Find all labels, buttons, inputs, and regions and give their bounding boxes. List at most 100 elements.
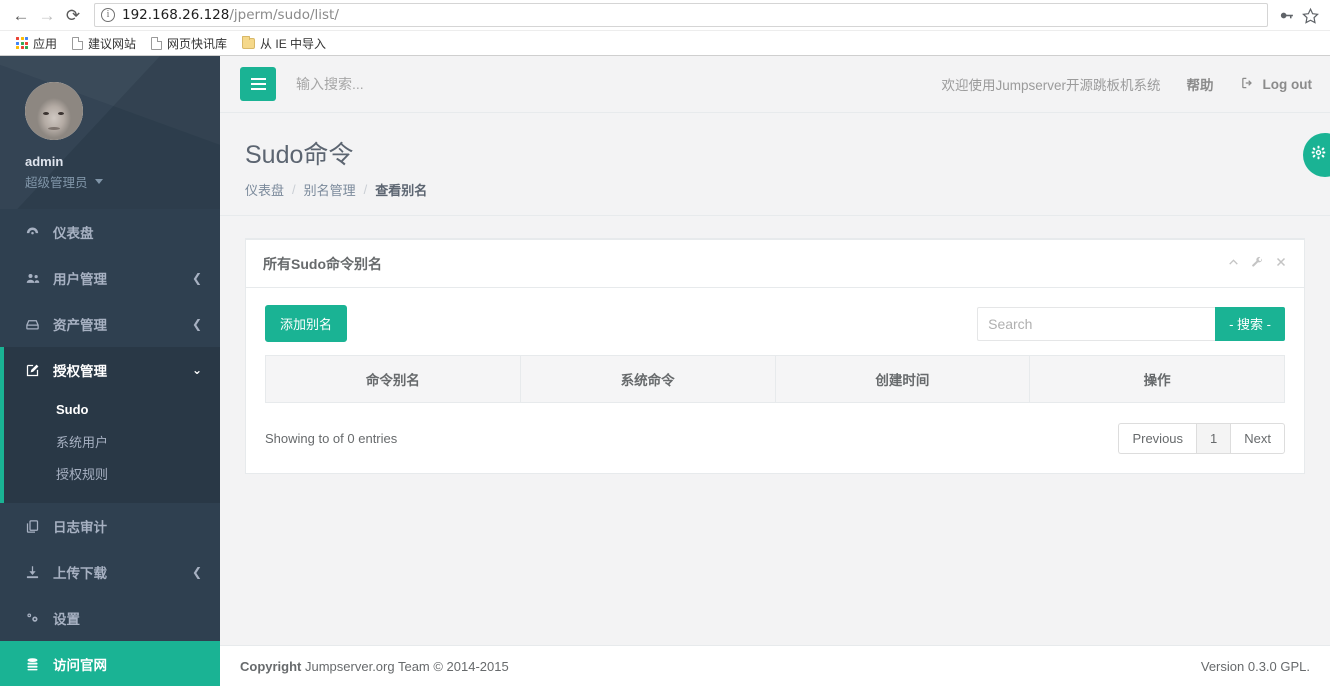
gear-icon (1310, 144, 1327, 166)
wrench-icon[interactable] (1251, 256, 1264, 272)
footer: Copyright Jumpserver.org Team © 2014-201… (220, 645, 1330, 686)
url-path: /jperm/sudo/list/ (229, 7, 339, 23)
download-icon (25, 565, 45, 580)
forward-button[interactable]: → (34, 2, 60, 28)
table-header-created-time[interactable]: 创建时间 (774, 355, 1031, 403)
table-search-input[interactable] (977, 306, 1216, 341)
bookmark-label: 建议网站 (88, 36, 137, 51)
document-icon (72, 36, 84, 50)
avatar[interactable] (25, 82, 83, 140)
browser-toolbar: ← → ⟳ i 192.168.26.128/jperm/sudo/list/ (0, 0, 1330, 30)
back-button[interactable]: ← (8, 2, 34, 28)
profile-role[interactable]: 超级管理员 (25, 172, 220, 191)
sidebar-item-label: 设置 (53, 612, 80, 627)
logout-icon (1240, 76, 1255, 93)
panel-body: 添加别名 - 搜索 - 命令别名 系统命令 创建时间 操作 (246, 288, 1304, 473)
bookmark-star-icon[interactable] (1298, 3, 1322, 27)
main-content: 欢迎使用Jumpserver开源跳板机系统 帮助 Log out Sudo命令 … (220, 56, 1330, 686)
panel-toolbar: 添加别名 - 搜索 - (265, 305, 1285, 342)
footer-version: Version 0.3.0 GPL. (1200, 658, 1310, 674)
table-header-command[interactable]: 系统命令 (519, 355, 776, 403)
sidebar-item-arrow: ❮ (191, 317, 202, 331)
password-key-icon[interactable] (1274, 3, 1298, 27)
top-navbar-right: 欢迎使用Jumpserver开源跳板机系统 帮助 Log out (941, 74, 1312, 94)
table-header-actions[interactable]: 操作 (1029, 355, 1285, 403)
chevron-down-icon (94, 179, 103, 184)
site-info-icon[interactable]: i (101, 8, 115, 22)
sidebar: admin 超级管理员 仪表盘 用户管理 ❮ 资产管理 ❮ 授权管理 ⌄ Sud… (0, 56, 220, 686)
sidebar-item-user-management[interactable]: 用户管理 ❮ (0, 255, 220, 301)
top-navbar: 欢迎使用Jumpserver开源跳板机系统 帮助 Log out (220, 56, 1330, 113)
sidebar-item-label: 资产管理 (53, 318, 107, 333)
sudo-alias-table: 命令别名 系统命令 创建时间 操作 (265, 355, 1285, 403)
pagination: Previous 1 Next (1118, 423, 1285, 454)
sidebar-subitem-system-user[interactable]: 系统用户 (4, 425, 220, 457)
sidebar-item-dashboard[interactable]: 仪表盘 (0, 209, 220, 255)
document-icon (151, 36, 163, 50)
panel-title: 所有Sudo命令别名 (263, 255, 382, 272)
pagination-previous[interactable]: Previous (1118, 423, 1197, 454)
table-header-row: 命令别名 系统命令 创建时间 操作 (265, 355, 1285, 403)
gear-icon (25, 611, 45, 626)
sidebar-item-permission-management[interactable]: 授权管理 ⌄ (0, 347, 220, 393)
table-search-button[interactable]: - 搜索 - (1215, 306, 1285, 341)
sidebar-submenu-permission: Sudo 系统用户 授权规则 (0, 393, 220, 503)
sidebar-item-asset-management[interactable]: 资产管理 ❮ (0, 301, 220, 347)
sidebar-item-upload-download[interactable]: 上传下载 ❮ (0, 549, 220, 595)
sidebar-item-settings[interactable]: 设置 (0, 595, 220, 641)
folder-icon (242, 35, 256, 49)
pagination-page-1[interactable]: 1 (1196, 423, 1231, 454)
breadcrumb-item-alias-management[interactable]: 别名管理 (304, 180, 356, 199)
reload-button[interactable]: ⟳ (60, 2, 86, 28)
footer-copyright-rest: Jumpserver.org Team © 2014-2015 (301, 658, 509, 674)
address-bar[interactable]: i 192.168.26.128/jperm/sudo/list/ (94, 3, 1268, 27)
sidebar-subitem-permission-rule[interactable]: 授权规则 (4, 457, 220, 489)
dashboard-icon (25, 225, 45, 240)
sidebar-item-label: 日志审计 (53, 520, 107, 535)
sidebar-item-label: 授权管理 (53, 364, 107, 379)
footer-copyright: Copyright Jumpserver.org Team © 2014-201… (240, 659, 509, 674)
users-icon (25, 271, 45, 286)
bookmark-label: 网页快讯库 (167, 36, 228, 51)
sidebar-item-log-audit[interactable]: 日志审计 (0, 503, 220, 549)
logout-link[interactable]: Log out (1240, 76, 1312, 93)
bookmark-imported-from-ie[interactable]: 从 IE 中导入 (236, 33, 332, 54)
chevron-up-icon[interactable] (1227, 256, 1240, 272)
logout-label: Log out (1262, 76, 1312, 92)
breadcrumb: 仪表盘 / 别名管理 / 查看别名 (245, 180, 1330, 199)
close-icon[interactable] (1275, 256, 1287, 271)
address-bar-text: 192.168.26.128/jperm/sudo/list/ (122, 7, 339, 23)
content-area: 所有Sudo命令别名 添加别名 Search - 搜索 - 命令别名 系统命令 … (220, 216, 1330, 474)
sidebar-item-official-website[interactable]: 访问官网 (0, 641, 220, 686)
bookmark-label: 应用 (33, 36, 58, 51)
search-input[interactable] (294, 75, 514, 93)
sidebar-item-label: 仪表盘 (53, 226, 94, 241)
bookmark-label: 从 IE 中导入 (260, 36, 327, 51)
sudo-alias-panel: 所有Sudo命令别名 添加别名 Search - 搜索 - 命令别名 系统命令 … (245, 238, 1305, 474)
sidebar-item-arrow: ❮ (191, 271, 202, 285)
sidebar-subitem-sudo[interactable]: Sudo (4, 393, 220, 425)
add-alias-button[interactable]: 添加别名 (265, 305, 348, 342)
application-viewport: admin 超级管理员 仪表盘 用户管理 ❮ 资产管理 ❮ 授权管理 ⌄ Sud… (0, 56, 1330, 686)
help-link[interactable]: 帮助 (1187, 74, 1214, 94)
sidebar-item-label: 访问官网 (53, 658, 107, 673)
sidebar-profile[interactable]: admin 超级管理员 (0, 56, 220, 209)
panel-tools (1227, 256, 1287, 272)
bookmarks-bar: 应用 建议网站 网页快讯库 从 IE 中导入 (0, 30, 1330, 55)
browser-chrome: ← → ⟳ i 192.168.26.128/jperm/sudo/list/ (0, 0, 1330, 56)
log-icon (25, 519, 45, 534)
apps-grid-icon (16, 37, 28, 49)
bookmark-web-slice-gallery[interactable]: 网页快讯库 (145, 33, 233, 54)
bookmark-apps[interactable]: 应用 (10, 33, 63, 54)
breadcrumb-separator: / (363, 182, 368, 197)
profile-role-label: 超级管理员 (25, 176, 88, 190)
breadcrumb-item-dashboard[interactable]: 仪表盘 (245, 180, 284, 199)
profile-username: admin (25, 154, 64, 169)
table-footer: Showing to of 0 entries Previous 1 Next (265, 423, 1285, 454)
table-header-alias[interactable]: 命令别名 (265, 355, 521, 403)
sidebar-item-label: 用户管理 (53, 272, 107, 287)
hamburger-icon[interactable] (240, 67, 276, 101)
bookmark-suggested-sites[interactable]: 建议网站 (66, 33, 142, 54)
pagination-next[interactable]: Next (1230, 423, 1285, 454)
page-header: Sudo命令 仪表盘 / 别名管理 / 查看别名 (220, 113, 1330, 216)
